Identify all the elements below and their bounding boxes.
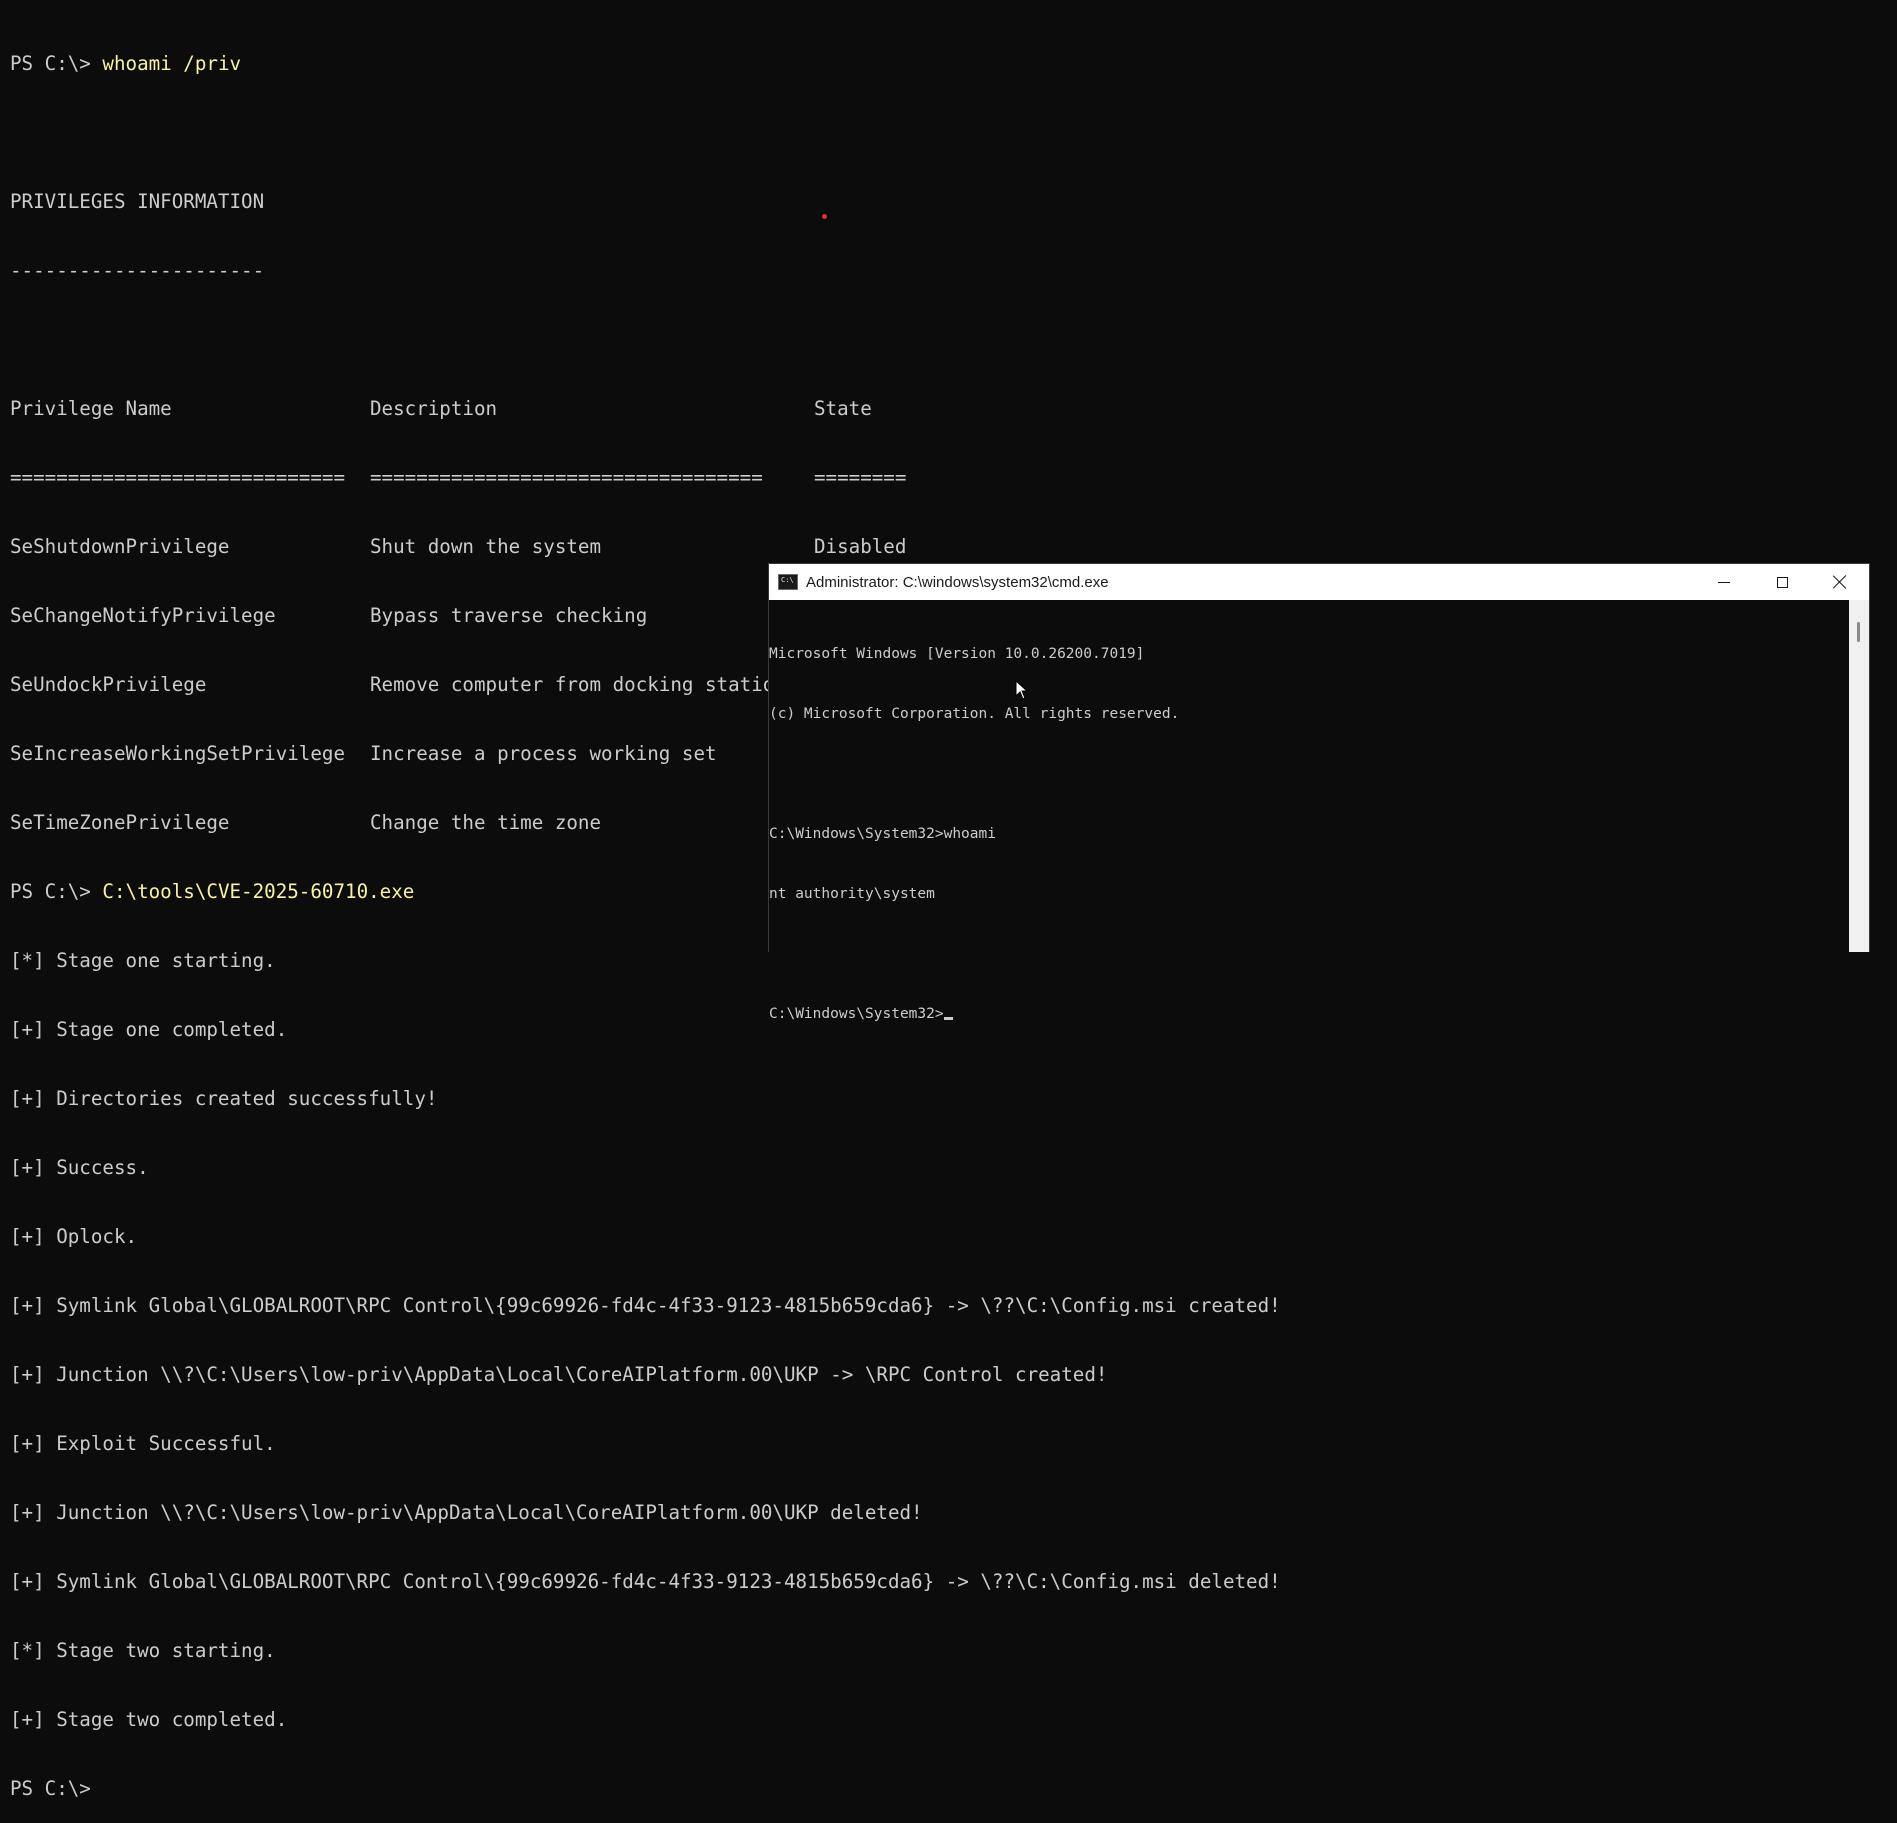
red-dot-marker	[822, 214, 827, 219]
console-line: Microsoft Windows [Version 10.0.26200.70…	[769, 646, 1145, 662]
output-line: [+] Directories created successfully!	[10, 1087, 438, 1110]
console-line: (c) Microsoft Corporation. All rights re…	[769, 706, 1180, 722]
output-line: [+] Exploit Successful.	[10, 1432, 276, 1455]
minimize-icon	[1718, 581, 1730, 583]
text-cursor	[943, 1017, 953, 1020]
column-header-description: Description	[370, 397, 498, 420]
table-row: SeShutdownPrivilege Shut down the system D…	[10, 535, 1897, 558]
ps-prompt: PS C:\>	[10, 880, 91, 903]
rule-state: ========	[814, 466, 907, 489]
privilege-state: Disabled	[814, 535, 907, 558]
privileges-heading: PRIVILEGES INFORMATION	[10, 190, 265, 213]
privilege-name: SeIncreaseWorkingSetPrivilege	[10, 742, 346, 765]
mouse-pointer-icon	[1015, 680, 1029, 700]
output-line: [*] Stage two starting.	[10, 1639, 276, 1662]
privilege-description: Change the time zone	[370, 811, 602, 834]
maximize-icon	[1776, 576, 1788, 588]
cmd-window[interactable]: Administrator: C:\windows\system32\cmd.e…	[768, 563, 1870, 1022]
output-line: [+] Oplock.	[10, 1225, 138, 1248]
privileges-table-rule: ============================= ===========…	[10, 466, 1897, 489]
privilege-name: SeChangeNotifyPrivilege	[10, 604, 276, 627]
close-button[interactable]	[1811, 564, 1869, 600]
console-line: nt authority\system	[769, 886, 935, 902]
output-line: [+] Success.	[10, 1156, 149, 1179]
column-header-state: State	[814, 397, 872, 420]
console-prompt: C:\Windows\System32>	[769, 1006, 944, 1022]
ps-command-text: C:\tools\CVE-2025-60710.exe	[90, 880, 415, 903]
window-title: Administrator: C:\windows\system32\cmd.e…	[806, 573, 1109, 591]
scrollbar-thumb[interactable]	[1857, 622, 1860, 642]
privilege-description: Bypass traverse checking	[370, 604, 648, 627]
ps-command-line: PS C:\> whoami /priv	[10, 52, 1897, 75]
privileges-heading-rule: ----------------------	[10, 259, 265, 282]
rule-description: ==================================	[370, 466, 763, 489]
privilege-description: Shut down the system	[370, 535, 602, 558]
privilege-description: Remove computer from docking station	[370, 673, 786, 696]
output-line: [+] Symlink Global\GLOBALROOT\RPC Contro…	[10, 1294, 1281, 1317]
maximize-button[interactable]	[1753, 564, 1811, 600]
vertical-scrollbar[interactable]	[1849, 600, 1869, 952]
minimize-button[interactable]	[1695, 564, 1753, 600]
console-line: C:\Windows\System32>whoami	[769, 826, 996, 842]
output-line: [+] Junction \\?\C:\Users\low-priv\AppDa…	[10, 1501, 923, 1524]
output-line: [+] Stage two completed.	[10, 1708, 288, 1731]
close-icon	[1833, 575, 1847, 589]
ps-prompt: PS C:\>	[10, 52, 91, 75]
cmd-titlebar[interactable]: Administrator: C:\windows\system32\cmd.e…	[769, 564, 1869, 600]
cmd-console[interactable]: Microsoft Windows [Version 10.0.26200.70…	[769, 600, 1849, 1022]
cmd-icon[interactable]	[778, 574, 798, 590]
privileges-table-header: Privilege Name Description State	[10, 397, 1897, 420]
privilege-name: SeTimeZonePrivilege	[10, 811, 230, 834]
console-prompt-line[interactable]: C:\Windows\System32>	[769, 1004, 1849, 1024]
rule-name: =============================	[10, 466, 346, 489]
privilege-name: SeShutdownPrivilege	[10, 535, 230, 558]
privilege-description: Increase a process working set	[370, 742, 717, 765]
output-line: [+] Junction \\?\C:\Users\low-priv\AppDa…	[10, 1363, 1108, 1386]
output-line: [+] Symlink Global\GLOBALROOT\RPC Contro…	[10, 1570, 1281, 1593]
column-header-name: Privilege Name	[10, 397, 172, 420]
ps-command-text: whoami /priv	[90, 52, 242, 75]
ps-final-prompt[interactable]: PS C:\>	[10, 1777, 1897, 1800]
privilege-name: SeUndockPrivilege	[10, 673, 207, 696]
